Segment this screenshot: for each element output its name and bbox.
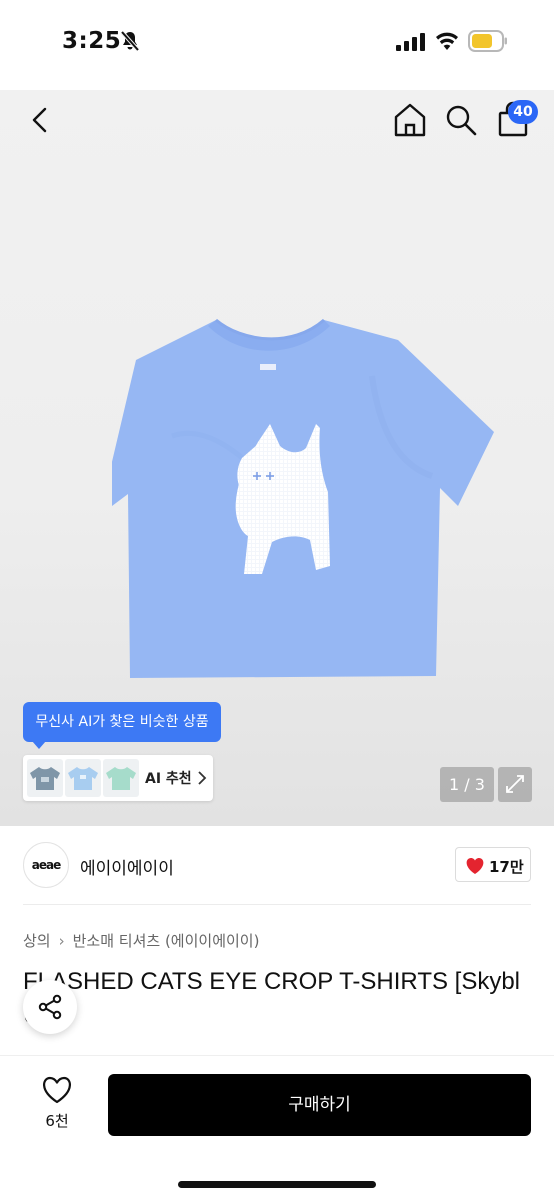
product-image	[112, 318, 494, 678]
tshirt-icon	[68, 767, 98, 790]
tshirt-icon	[106, 767, 136, 790]
heart-outline-icon	[43, 1076, 71, 1104]
cellular-signal-icon	[396, 33, 425, 51]
similar-product-thumb[interactable]	[27, 759, 63, 797]
chevron-right-icon: ›	[58, 932, 65, 950]
chevron-right-icon	[198, 771, 207, 785]
search-icon[interactable]	[443, 102, 479, 138]
home-icon[interactable]	[392, 100, 428, 140]
breadcrumb-category[interactable]: 상의	[23, 932, 51, 950]
product-title-container: FLASHED CATS EYE CROP T-SHIRTS [Skybl	[23, 964, 554, 1004]
wifi-icon	[436, 32, 458, 50]
bell-muted-icon	[120, 30, 140, 52]
tooltip-tail	[32, 741, 46, 749]
brand-row[interactable]: aeae 에이이에이이 17만	[0, 826, 554, 906]
bottom-action-bar: 6천 구매하기	[0, 1055, 554, 1200]
product-title: FLASHED CATS EYE CROP T-SHIRTS [Skybl	[23, 968, 521, 995]
home-indicator	[178, 1181, 376, 1188]
breadcrumb: 상의 › 반소매 티셔츠 (에이이에이이)	[23, 930, 259, 951]
ai-recommend-label: AI 추천	[145, 771, 192, 787]
ai-recommend-button[interactable]: AI 추천	[23, 755, 213, 801]
cart-count-badge: 40	[508, 100, 538, 124]
expand-image-button[interactable]	[498, 767, 532, 802]
heart-filled-icon	[466, 858, 484, 874]
status-time: 3:25	[62, 28, 122, 54]
brand-like-button[interactable]: 17만	[455, 847, 531, 882]
ai-similar-tooltip[interactable]: 무신사 AI가 찾은 비슷한 상품	[23, 702, 221, 742]
divider	[23, 904, 531, 905]
wishlist-button[interactable]: 6천	[30, 1074, 84, 1138]
share-button[interactable]	[23, 980, 77, 1034]
similar-product-thumb[interactable]	[65, 759, 101, 797]
like-count: 17만	[489, 858, 524, 876]
similar-product-thumb[interactable]	[103, 759, 139, 797]
image-page-indicator: 1 / 3	[440, 767, 494, 802]
battery-icon	[468, 30, 507, 52]
breadcrumb-subcategory[interactable]: 반소매 티셔츠 (에이이에이이)	[73, 932, 260, 950]
brand-logo[interactable]: aeae	[23, 842, 69, 888]
share-icon	[38, 994, 62, 1020]
back-arrow-icon[interactable]	[22, 102, 58, 138]
buy-button[interactable]: 구매하기	[108, 1074, 531, 1136]
status-bar: 3:25	[0, 0, 554, 90]
brand-name[interactable]: 에이이에이이	[80, 854, 174, 879]
expand-icon	[506, 775, 524, 793]
tshirt-icon	[30, 767, 60, 790]
wishlist-count: 6천	[45, 1112, 69, 1130]
